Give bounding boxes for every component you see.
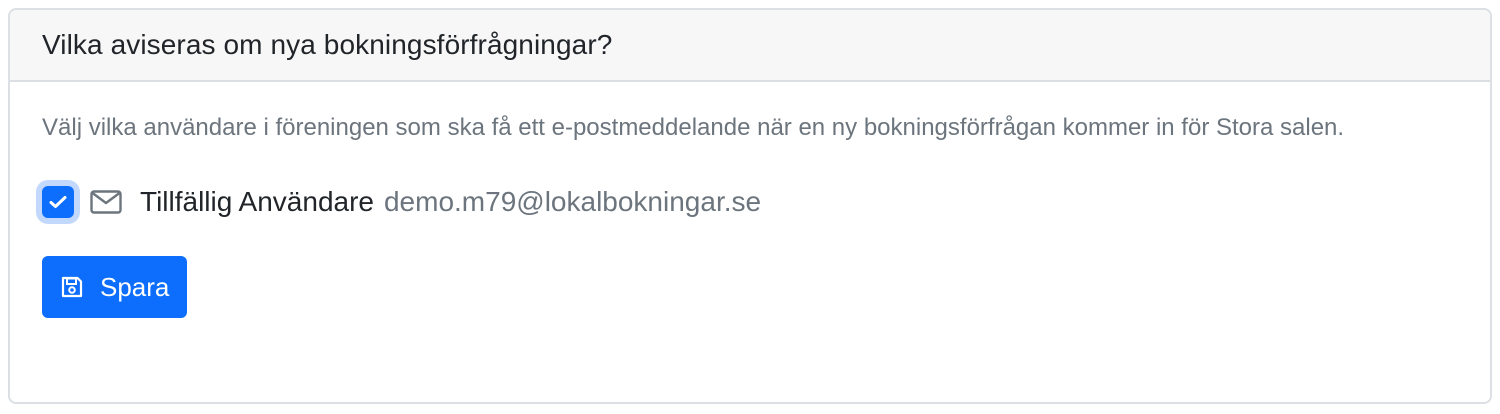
floppy-disk-icon <box>60 275 84 299</box>
save-button[interactable]: Spara <box>42 256 188 318</box>
envelope-icon <box>90 189 122 215</box>
card-header: Vilka aviseras om nya bokningsförfrågnin… <box>10 10 1490 82</box>
card-body: Välj vilka användare i föreningen som sk… <box>10 82 1490 318</box>
save-button-label: Spara <box>100 271 170 302</box>
user-email: demo.m79@lokalbokningar.se <box>383 186 762 217</box>
user-list-item: Tillfällig Användare demo.m79@lokalbokni… <box>42 178 1458 226</box>
card-description: Välj vilka användare i föreningen som sk… <box>42 114 1345 141</box>
card-title: Vilka aviseras om nya bokningsförfrågnin… <box>42 29 613 60</box>
user-name: Tillfällig Användare <box>140 186 374 217</box>
user-notify-checkbox[interactable] <box>42 186 74 218</box>
checkmark-icon <box>49 196 67 208</box>
notification-settings-card: Vilka aviseras om nya bokningsförfrågnin… <box>8 8 1492 404</box>
